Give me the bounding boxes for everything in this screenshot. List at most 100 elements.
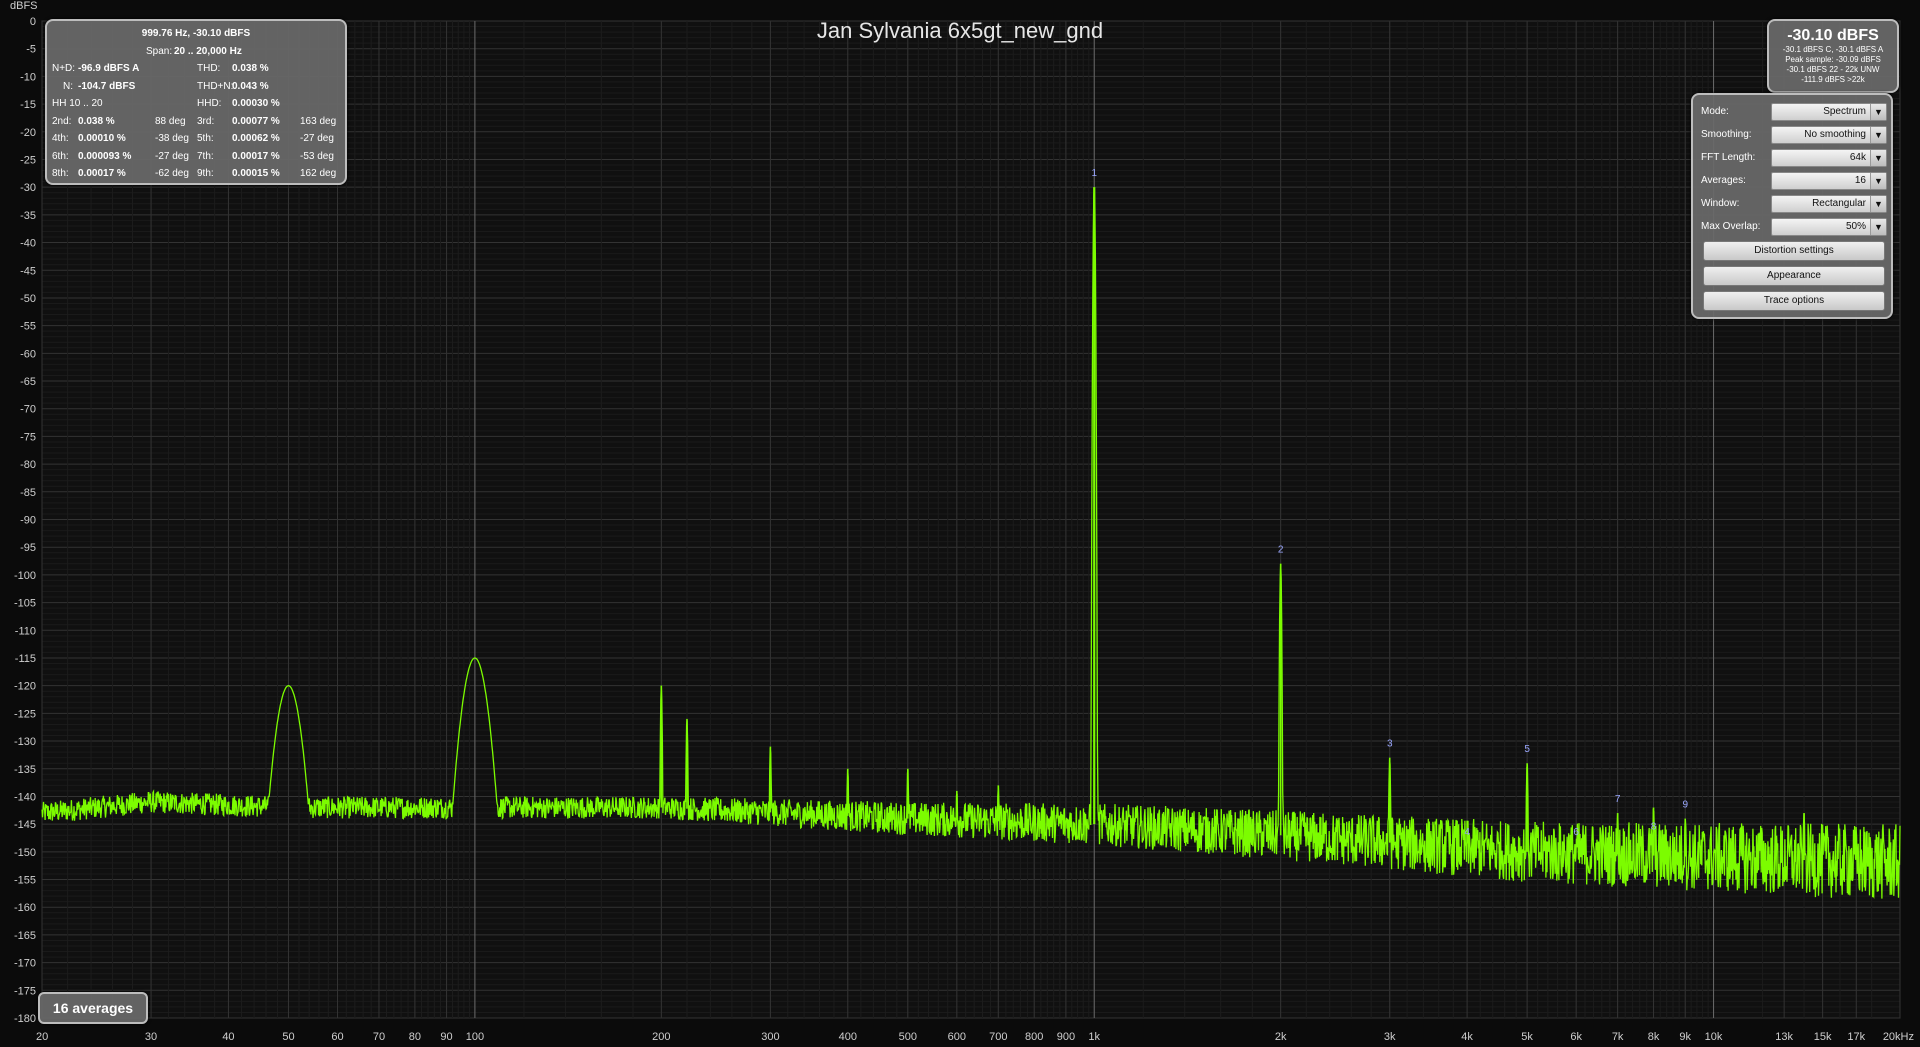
max-overlap-value: 50%	[1845, 221, 1866, 232]
stat-l1: 4th:	[52, 133, 69, 144]
stat-v1: 0.00017 %	[78, 168, 126, 179]
x-tick-label: 200	[652, 1031, 670, 1043]
smoothing-value: No smoothing	[1804, 129, 1866, 140]
fft-length-select[interactable]: 64k ▼	[1771, 149, 1887, 167]
stat-v2: 0.00017 %	[232, 150, 280, 162]
averages-row: Averages: 16 ▼	[1701, 172, 1887, 190]
chevron-down-icon[interactable]: ▼	[1870, 173, 1886, 189]
stat-l1: 2nd:	[52, 115, 72, 127]
x-tick-label: 5k	[1521, 1031, 1533, 1043]
stat-v1: 0.000093 %	[78, 150, 132, 162]
y-tick-label: -135	[14, 764, 36, 776]
chevron-down-icon[interactable]: ▼	[1870, 127, 1886, 143]
y-tick-label: -175	[14, 985, 36, 997]
y-tick-label: -20	[20, 127, 36, 139]
span-label: Span:	[146, 46, 173, 57]
harmonic-marker-label: 4	[1464, 827, 1470, 838]
stat-p1: -27 deg	[155, 150, 189, 162]
stat-l2: THD+N:	[197, 80, 234, 92]
y-tick-label: -155	[14, 875, 36, 887]
y-tick-label: -15	[20, 99, 36, 111]
stat-l2: THD:	[197, 63, 221, 74]
x-tick-label: 900	[1057, 1031, 1075, 1043]
x-tick-label: 60	[331, 1031, 343, 1043]
y-tick-label: -90	[20, 515, 36, 527]
x-tick-label: 30	[145, 1031, 157, 1043]
y-tick-label: -25	[20, 154, 36, 166]
stat-l1: N+D:	[52, 63, 76, 74]
y-axis-unit: dBFS	[10, 0, 38, 12]
harmonic-marker-label: 1	[1091, 168, 1097, 179]
averages-badge: 16 averages	[38, 992, 148, 1024]
window-row: Window: Rectangular ▼	[1701, 195, 1887, 213]
chevron-down-icon[interactable]: ▼	[1870, 150, 1886, 166]
y-tick-label: -95	[20, 542, 36, 554]
y-tick-label: -125	[14, 708, 36, 720]
x-tick-label: 300	[761, 1031, 779, 1043]
stat-l1: 6th:	[52, 150, 69, 162]
x-axis-ticks: 20 30 40 50 60 70 80 90 100 200 300 400 500 600 700 800…	[36, 1031, 1914, 1043]
y-tick-label: -150	[14, 847, 36, 859]
x-tick-label: 6k	[1570, 1031, 1582, 1043]
x-tick-label: 13k	[1775, 1031, 1793, 1043]
mode-select[interactable]: Spectrum ▼	[1771, 103, 1887, 121]
appearance-button[interactable]: Appearance	[1703, 266, 1885, 286]
x-tick-label: 50	[282, 1031, 294, 1043]
mode-value: Spectrum	[1823, 106, 1866, 117]
stat-p2: 162 deg	[300, 168, 337, 179]
smoothing-select[interactable]: No smoothing ▼	[1771, 126, 1887, 144]
x-tick-label: 4k	[1461, 1031, 1473, 1043]
stat-p2: 163 deg	[300, 115, 337, 127]
window-select[interactable]: Rectangular ▼	[1771, 195, 1887, 213]
x-tick-label: 90	[440, 1031, 452, 1043]
y-tick-label: -50	[20, 293, 36, 305]
settings-panel: Mode: Spectrum ▼ Smoothing: No smoothing ▼…	[1691, 93, 1893, 319]
chevron-down-icon[interactable]: ▼	[1870, 219, 1886, 235]
harmonic-marker-label: 2	[1278, 545, 1284, 556]
distortion-settings-button[interactable]: Distortion settings	[1703, 241, 1885, 261]
stat-l2: HHD:	[197, 98, 222, 109]
y-tick-label: -115	[15, 653, 36, 665]
distortion-stats-panel[interactable]: 999.76 Hz, -30.10 dBFS Span: 20 .. 20,00…	[45, 19, 347, 185]
trace-options-button[interactable]: Trace options	[1703, 291, 1885, 311]
y-tick-label: -35	[20, 210, 36, 222]
level-detail-2: Peak sample: -30.09 dBFS	[1785, 55, 1881, 64]
y-tick-label: -75	[20, 431, 36, 443]
y-tick-label: -105	[14, 598, 36, 610]
y-tick-label: -5	[26, 44, 36, 56]
averages-select[interactable]: 16 ▼	[1771, 172, 1887, 190]
y-tick-label: 0	[30, 16, 36, 28]
chevron-down-icon[interactable]: ▼	[1870, 196, 1886, 212]
y-tick-label: -70	[20, 404, 36, 416]
y-tick-label: -160	[14, 902, 36, 914]
fft-length-label: FFT Length:	[1701, 152, 1756, 163]
harmonic-marker-label: 7	[1615, 794, 1621, 805]
stat-l1: N:	[63, 80, 73, 92]
level-readout-panel[interactable]: -30.10 dBFS -30.1 dBFS C, -30.1 dBFS A P…	[1767, 19, 1899, 93]
x-tick-label: 3k	[1384, 1031, 1396, 1043]
level-detail-4: -111.9 dBFS >22k	[1801, 75, 1865, 84]
stat-v1: 0.00010 %	[78, 133, 126, 144]
stat-p1: 88 deg	[155, 115, 186, 127]
x-tick-label: 700	[989, 1031, 1007, 1043]
x-tick-label: 80	[409, 1031, 421, 1043]
fft-length-row: FFT Length: 64k ▼	[1701, 149, 1887, 167]
harmonic-marker-label: 6	[1573, 827, 1579, 838]
y-tick-label: -85	[20, 487, 36, 499]
x-tick-label: 1k	[1088, 1031, 1100, 1043]
y-axis-ticks: 0 -5 -10 -15 -20 -25 -30 -35 -40 -45 -50 -55 -60 -65 -…	[14, 16, 36, 1025]
y-tick-label: -100	[14, 570, 36, 582]
frequency-readout: 999.76 Hz, -30.10 dBFS	[141, 28, 251, 39]
y-tick-label: -145	[14, 819, 36, 831]
stat-v2: 0.00062 %	[232, 133, 280, 144]
mode-row: Mode: Spectrum ▼	[1701, 103, 1887, 121]
window-value: Rectangular	[1812, 198, 1866, 209]
y-tick-label: -10	[20, 71, 36, 83]
x-tick-label: 2k	[1275, 1031, 1287, 1043]
stat-p2: -27 deg	[300, 133, 334, 144]
level-main: -30.10 dBFS	[1787, 27, 1879, 44]
stat-l1: 8th:	[52, 168, 69, 179]
chevron-down-icon[interactable]: ▼	[1870, 104, 1886, 120]
max-overlap-select[interactable]: 50% ▼	[1771, 218, 1887, 236]
x-tick-label: 100	[466, 1031, 484, 1043]
